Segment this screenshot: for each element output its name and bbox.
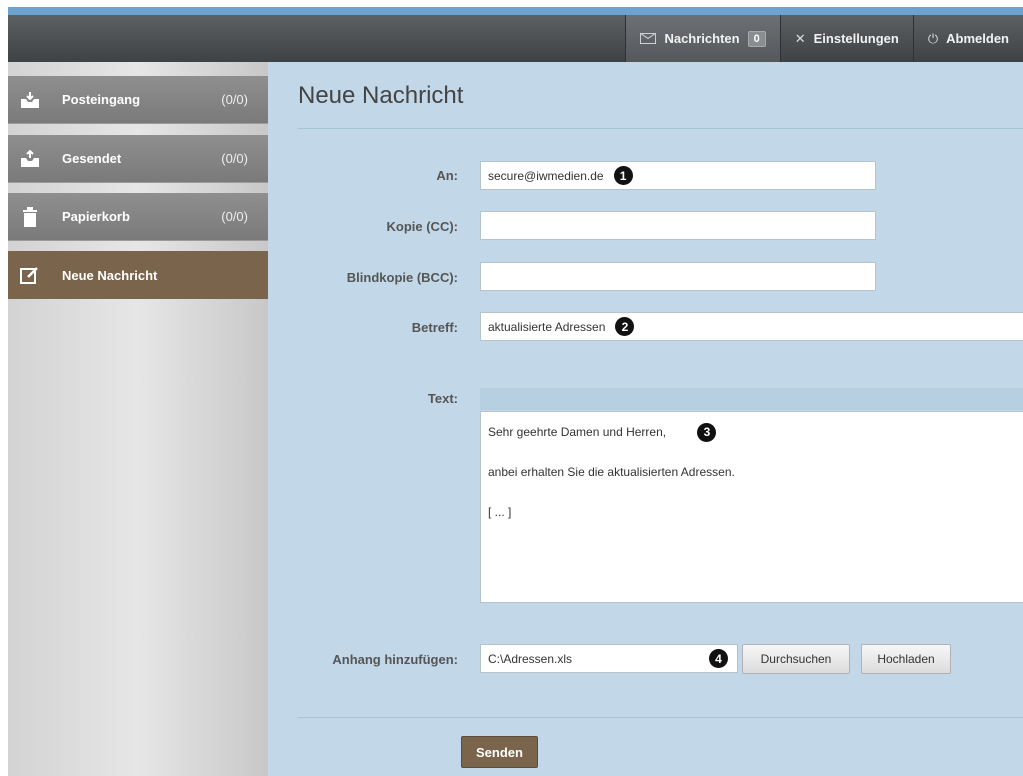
bcc-label: Blindkopie (BCC): [346, 270, 458, 285]
send-button[interactable]: Senden [461, 736, 538, 768]
attachment-label: Anhang hinzufügen: [332, 652, 458, 667]
compose-icon [20, 265, 40, 285]
sidebar-item-label: Gesendet [62, 151, 122, 166]
sidebar: Posteingang (0/0) Gesendet (0/0) Papierk… [8, 62, 278, 776]
nav-settings-label: Einstellungen [813, 31, 899, 46]
sidebar-item-sent[interactable]: Gesendet (0/0) [8, 135, 268, 183]
body-line-1-text: Sehr geehrte Damen und Herren, [488, 425, 667, 439]
sidebar-item-label: Neue Nachricht [62, 267, 158, 283]
body-line-2: anbei erhalten Sie die aktualisierten Ad… [488, 465, 735, 479]
page-title: Neue Nachricht [298, 82, 464, 109]
sidebar-item-trash[interactable]: Papierkorb (0/0) [8, 193, 268, 241]
power-icon: ⏻ [927, 30, 939, 46]
marker-badge: 2 [615, 317, 635, 336]
top-blue-strip [8, 7, 1023, 15]
sidebar-item-count: (0/0) [221, 209, 248, 224]
mail-icon [640, 33, 657, 44]
editor-toolbar [480, 388, 1023, 410]
inbox-icon [20, 90, 40, 110]
body-line-1: Sehr geehrte Damen und Herren, 3 [488, 422, 1016, 442]
to-field[interactable]: secure@iwmedien.de 1 [480, 161, 876, 190]
marker-badge: 3 [697, 422, 717, 442]
footer-divider [298, 717, 1023, 718]
upload-button[interactable]: Hochladen [861, 644, 951, 674]
attachment-path-field[interactable]: C:\Adressen.xls 4 [480, 644, 738, 673]
message-body-field[interactable]: Sehr geehrte Damen und Herren, 3 anbei e… [480, 411, 1023, 603]
messages-count-badge: 0 [747, 30, 766, 47]
subject-value: aktualisierte Adressen [488, 319, 606, 334]
to-value: secure@iwmedien.de [488, 168, 604, 183]
marker-badge: 4 [709, 649, 728, 668]
top-white-strip [0, 0, 1023, 7]
attachment-value: C:\Adressen.xls [488, 651, 573, 666]
marker-badge: 1 [613, 166, 633, 185]
sent-icon [20, 149, 40, 169]
to-label: An: [436, 168, 458, 183]
nav-settings[interactable]: ✕ Einstellungen [779, 15, 913, 62]
text-label: Text: [427, 391, 458, 406]
sidebar-item-label: Posteingang [62, 92, 141, 107]
sidebar-item-new-message[interactable]: Neue Nachricht [8, 251, 278, 299]
subject-field[interactable]: aktualisierte Adressen 2 [480, 312, 1023, 341]
nav-messages[interactable]: Nachrichten 0 [625, 15, 780, 62]
nav-messages-label: Nachrichten [664, 31, 740, 46]
nav-logout-label: Abmelden [946, 31, 1009, 46]
subject-label: Betreff: [411, 320, 458, 335]
sidebar-item-label: Papierkorb [62, 209, 130, 224]
trash-icon [20, 206, 40, 227]
title-divider [298, 128, 1023, 129]
nav-logout[interactable]: ⏻ Abmelden [912, 15, 1023, 62]
sidebar-item-count: (0/0) [221, 151, 248, 166]
body-line-3: [ ... ] [488, 505, 512, 519]
compose-panel: Neue Nachricht An: secure@iwmedien.de 1 … [268, 62, 1023, 776]
sidebar-item-inbox[interactable]: Posteingang (0/0) [8, 76, 268, 124]
browse-button[interactable]: Durchsuchen [742, 644, 850, 674]
settings-icon: ✕ [794, 30, 806, 46]
cc-field[interactable] [480, 211, 876, 240]
bcc-field[interactable] [480, 262, 876, 291]
cc-label: Kopie (CC): [386, 219, 459, 234]
sidebar-item-count: (0/0) [221, 92, 248, 107]
top-navigation-bar: Nachrichten 0 ✕ Einstellungen ⏻ Abmelden [8, 15, 1023, 62]
